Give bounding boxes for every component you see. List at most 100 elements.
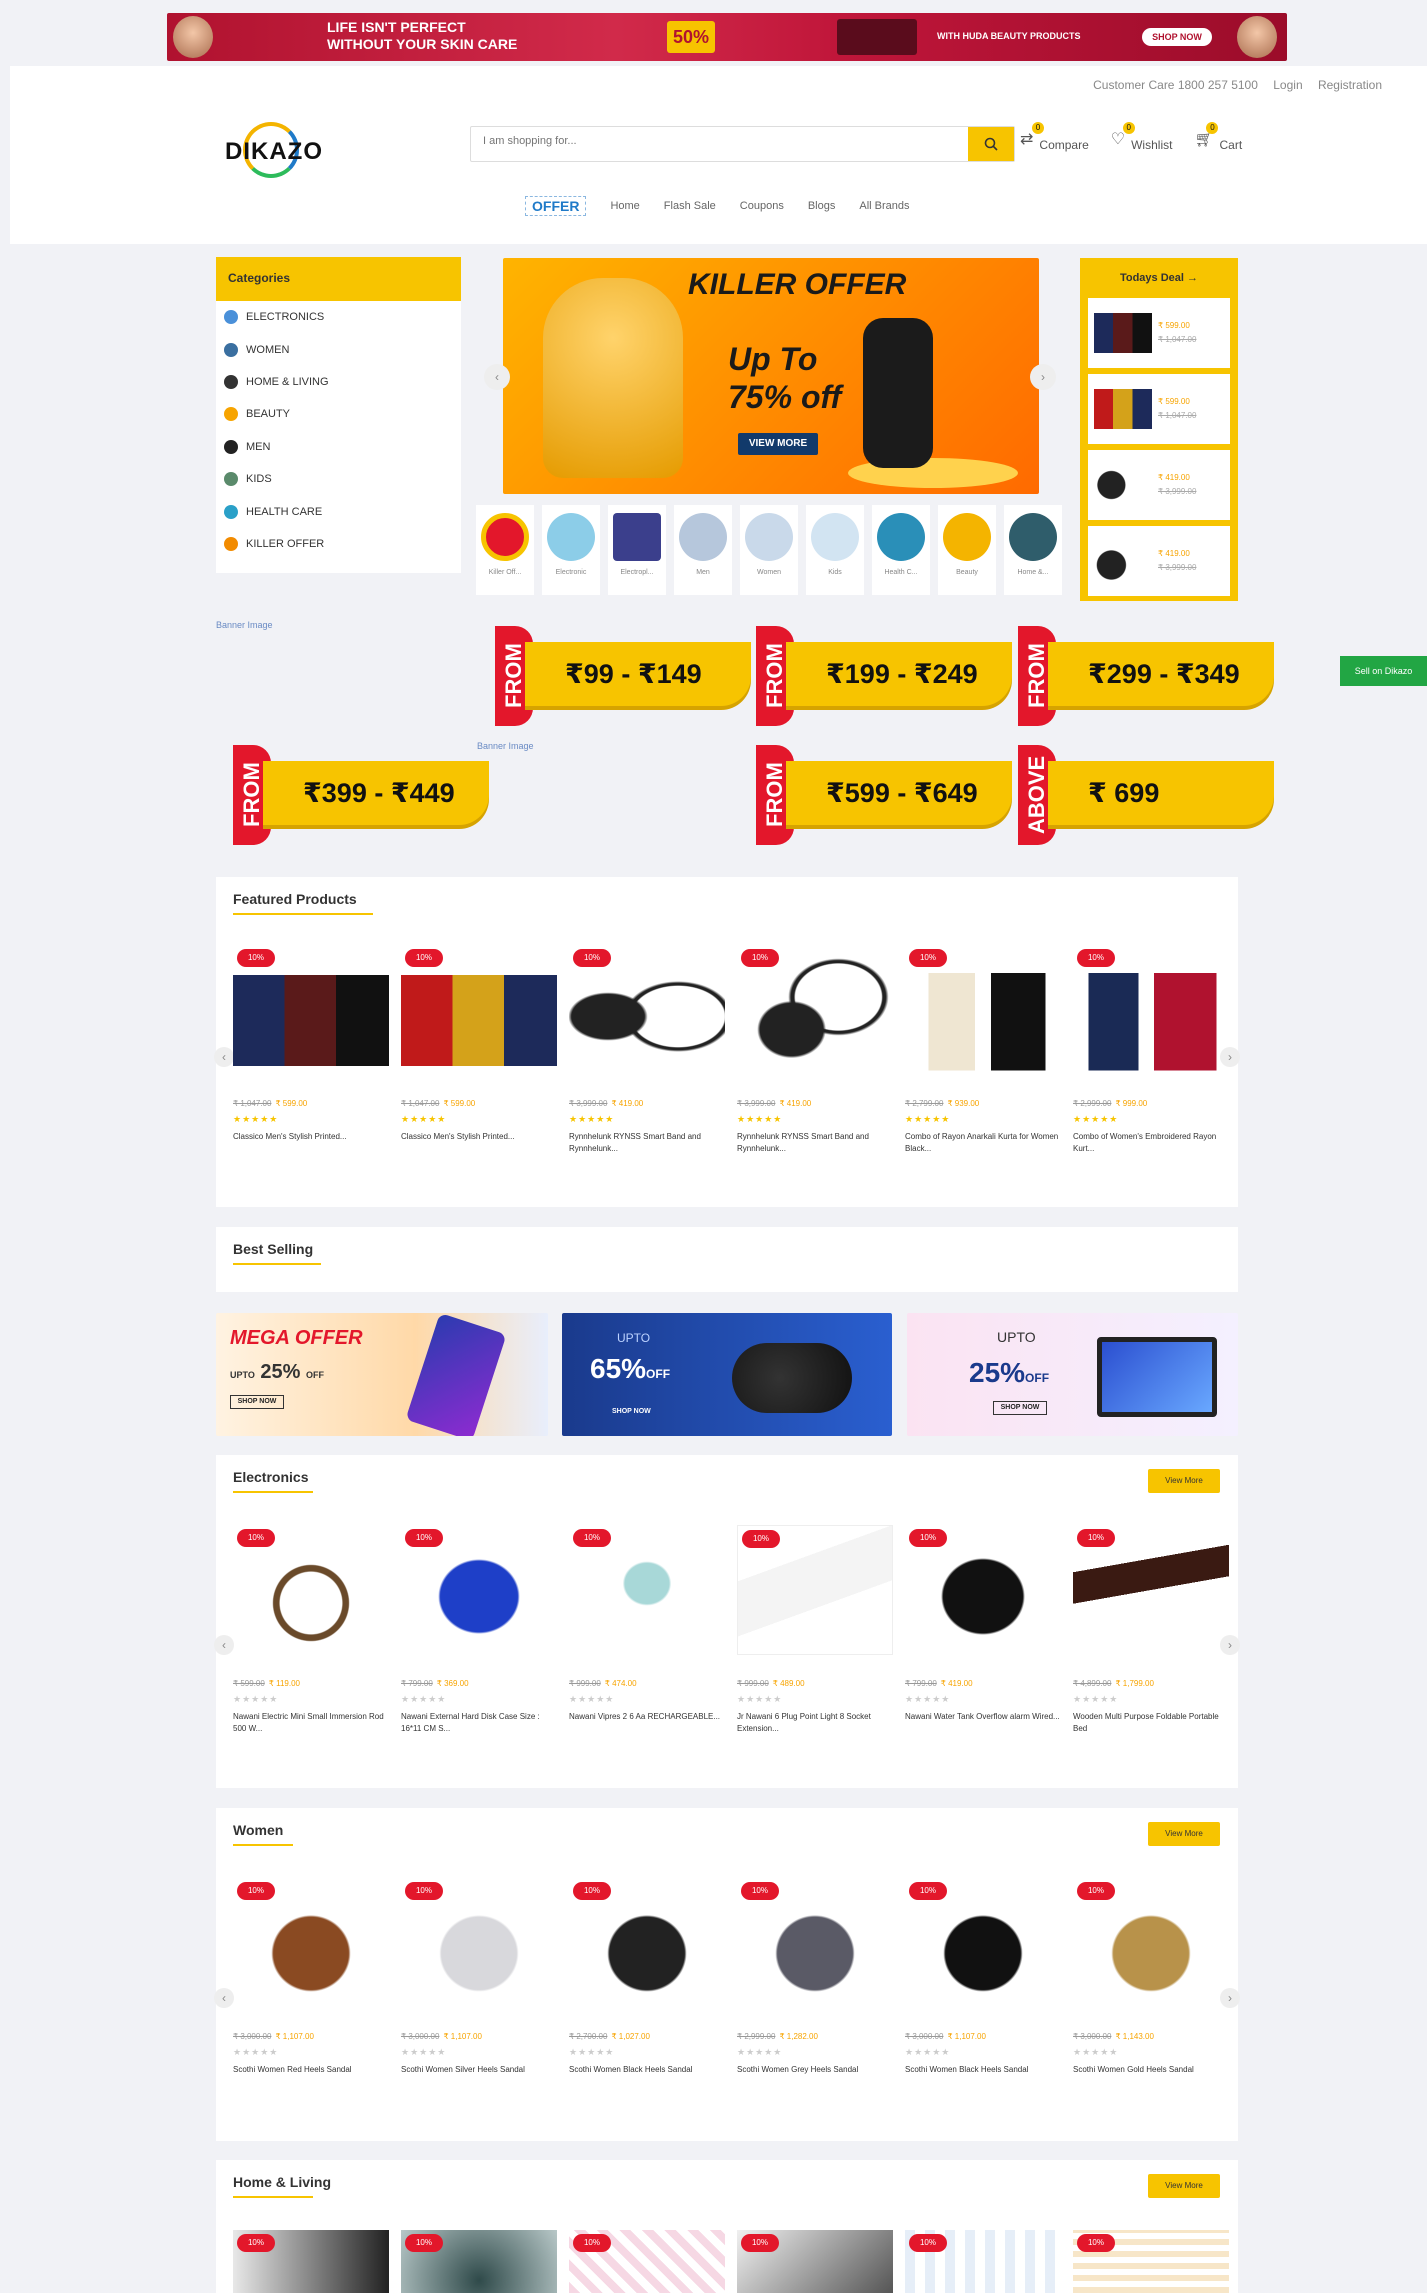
product-card[interactable]: 10% ₹ 1,047.00 ₹ 599.00 ★★★★★ Classico Men's… bbox=[401, 945, 557, 1155]
hero-view-more-button[interactable]: VIEW MORE bbox=[738, 433, 818, 455]
category-circle[interactable]: Men bbox=[674, 505, 732, 595]
product-card[interactable]: 10% bbox=[233, 2230, 389, 2293]
nav-item-home[interactable]: Home bbox=[610, 200, 639, 212]
wishlist-button[interactable]: ♡ 0 Wishlist bbox=[1111, 122, 1172, 152]
category-item-men[interactable]: MEN bbox=[216, 431, 461, 463]
product-name: Jr Nawani 6 Plug Point Light 8 Socket Ex… bbox=[737, 1712, 871, 1733]
banner-shop-button[interactable]: SHOP NOW bbox=[612, 1408, 651, 1415]
category-circle[interactable]: Killer Off... bbox=[476, 505, 534, 595]
search-icon bbox=[984, 137, 998, 151]
category-item-beauty[interactable]: BEAUTY bbox=[216, 398, 461, 430]
banner-shop-button[interactable]: SHOP NOW bbox=[993, 1401, 1047, 1415]
category-circle[interactable]: Health C... bbox=[872, 505, 930, 595]
sell-on-dikazo-button[interactable]: Sell on Dikazo bbox=[1340, 656, 1427, 686]
product-card[interactable]: 10% ₹ 3,999.00 ₹ 419.00 ★★★★★ Rynnhelunk RYN… bbox=[569, 945, 725, 1155]
product-card[interactable]: 10% ₹ 599.00 ₹ 119.00 ★★★★★ Nawani Electric … bbox=[233, 1525, 389, 1735]
search-input[interactable] bbox=[483, 135, 953, 147]
old-price: ₹ 2,799.00 bbox=[905, 1099, 944, 1108]
deal-item[interactable]: ₹ 599.00 ₹ 1,047.00 bbox=[1088, 298, 1230, 368]
category-circle-row: Killer Off... Electronic Electropl... Me… bbox=[476, 505, 1062, 595]
category-item-health-care[interactable]: HEALTH CARE bbox=[216, 495, 461, 527]
old-price: ₹ 1,047.00 bbox=[233, 1099, 272, 1108]
carousel-prev-arrow[interactable]: ‹ bbox=[214, 1635, 234, 1655]
product-card[interactable]: 10% ₹ 2,700.00 ₹ 1,027.00 ★★★★★ Scothi Women… bbox=[569, 1878, 725, 2088]
deal-old-price: ₹ 3,999.00 bbox=[1158, 563, 1197, 572]
laptop-offer-banner[interactable]: UPTO 25%OFF SHOP NOW bbox=[907, 1313, 1238, 1436]
top-promo-banner[interactable]: LIFE ISN'T PERFECT WITHOUT YOUR SKIN CARE… bbox=[167, 13, 1287, 61]
wishlist-count: 0 bbox=[1122, 122, 1135, 134]
search-button[interactable] bbox=[968, 127, 1014, 161]
view-more-button[interactable]: View More bbox=[1148, 2174, 1220, 2198]
rating-stars: ★★★★★ bbox=[905, 1694, 951, 1704]
product-card[interactable]: 10% ₹ 999.00 ₹ 489.00 ★★★★★ Jr Nawani 6 Plug… bbox=[737, 1525, 893, 1735]
product-card[interactable]: 10% bbox=[569, 2230, 725, 2293]
mega-offer-banner[interactable]: MEGA OFFER UPTO 25% OFF SHOP NOW bbox=[216, 1313, 548, 1436]
category-circle[interactable]: Electropl... bbox=[608, 505, 666, 595]
cart-button[interactable]: 🛒︎ 0 Cart bbox=[1194, 122, 1242, 152]
carousel-prev-arrow[interactable]: ‹ bbox=[214, 1988, 234, 2008]
login-link[interactable]: Login bbox=[1273, 78, 1302, 92]
category-item-electronics[interactable]: ELECTRONICS bbox=[216, 301, 461, 333]
deal-item[interactable]: ₹ 419.00 ₹ 3,999.00 bbox=[1088, 450, 1230, 520]
product-card[interactable]: 10% bbox=[401, 2230, 557, 2293]
category-circle[interactable]: Women bbox=[740, 505, 798, 595]
category-item-home-living[interactable]: HOME & LIVING bbox=[216, 366, 461, 398]
banner-shop-button[interactable]: SHOP NOW bbox=[230, 1395, 284, 1409]
deal-item[interactable]: ₹ 419.00 ₹ 3,999.00 bbox=[1088, 526, 1230, 596]
site-header: Customer Care 1800 257 5100 Login Regist… bbox=[10, 66, 1427, 244]
nav-offer[interactable]: OFFER bbox=[525, 196, 587, 216]
product-card[interactable]: 10% ₹ 3,999.00 ₹ 419.00 ★★★★★ Rynnhelunk RYN… bbox=[737, 945, 893, 1155]
deal-item[interactable]: ₹ 599.00 ₹ 1,047.00 bbox=[1088, 374, 1230, 444]
discount-badge: 10% bbox=[909, 2234, 947, 2252]
product-card[interactable]: 10% ₹ 3,000.00 ₹ 1,107.00 ★★★★★ Scothi Women… bbox=[401, 1878, 557, 2088]
category-item-kids[interactable]: KIDS bbox=[216, 463, 461, 495]
product-card[interactable]: 10% bbox=[737, 2230, 893, 2293]
carousel-prev-arrow[interactable]: ‹ bbox=[214, 1047, 234, 1067]
product-card[interactable]: 10% ₹ 799.00 ₹ 369.00 ★★★★★ Nawani External … bbox=[401, 1525, 557, 1735]
discount-badge: 50% bbox=[667, 21, 715, 53]
hero-slider[interactable]: KILLER OFFER Up To 75% off VIEW MORE bbox=[503, 258, 1039, 494]
banner-sub: UPTO bbox=[617, 1331, 651, 1345]
category-circle[interactable]: Beauty bbox=[938, 505, 996, 595]
promo-subtext: WITH HUDA BEAUTY PRODUCTS bbox=[937, 31, 1081, 41]
category-circle[interactable]: Electronic bbox=[542, 505, 600, 595]
hero-next-arrow[interactable]: › bbox=[1030, 364, 1056, 390]
women-icon bbox=[224, 342, 238, 357]
site-logo[interactable]: DIKAZO bbox=[215, 116, 355, 186]
register-link[interactable]: Registration bbox=[1318, 78, 1382, 92]
old-price: ₹ 799.00 bbox=[905, 1679, 937, 1688]
category-circle-label: Electronic bbox=[555, 569, 587, 576]
nav-item-flash-sale[interactable]: Flash Sale bbox=[664, 200, 716, 212]
product-card[interactable]: 10% ₹ 3,000.00 ₹ 1,143.00 ★★★★★ Scothi Women… bbox=[1073, 1878, 1229, 2088]
product-card[interactable]: 10% bbox=[1073, 2230, 1229, 2293]
product-card[interactable]: 10% ₹ 4,899.00 ₹ 1,799.00 ★★★★★ Wooden Multi… bbox=[1073, 1525, 1229, 1735]
product-card[interactable]: 10% ₹ 2,999.00 ₹ 1,282.00 ★★★★★ Scothi Women… bbox=[737, 1878, 893, 2088]
product-name: Classico Men's Stylish Printed... bbox=[401, 1132, 515, 1141]
product-card[interactable]: 10% ₹ 3,000.00 ₹ 1,107.00 ★★★★★ Scothi Women… bbox=[233, 1878, 389, 2088]
category-circle[interactable]: Home &... bbox=[1004, 505, 1062, 595]
speaker-offer-banner[interactable]: UPTO 65%OFF SHOP NOW bbox=[562, 1313, 892, 1436]
product-card[interactable]: 10% ₹ 2,999.00 ₹ 999.00 ★★★★★ Combo of Women… bbox=[1073, 945, 1229, 1155]
product-image: 10% bbox=[233, 945, 389, 1075]
nav-item-blogs[interactable]: Blogs bbox=[808, 200, 836, 212]
category-circle-label: Home &... bbox=[1017, 569, 1049, 576]
nav-item-all-brands[interactable]: All Brands bbox=[859, 200, 909, 212]
nav-item-coupons[interactable]: Coupons bbox=[740, 200, 784, 212]
hero-prev-arrow[interactable]: ‹ bbox=[484, 364, 510, 390]
category-item-killer-offer[interactable]: KILLER OFFER bbox=[216, 528, 461, 560]
product-card[interactable]: 10% ₹ 799.00 ₹ 419.00 ★★★★★ Nawani Water Tan… bbox=[905, 1525, 1061, 1735]
discount-badge: 10% bbox=[909, 1529, 947, 1547]
product-image: 10% bbox=[905, 1525, 1061, 1655]
product-card[interactable]: 10% ₹ 2,799.00 ₹ 939.00 ★★★★★ Combo of Rayon… bbox=[905, 945, 1061, 1155]
product-card[interactable]: 10% ₹ 999.00 ₹ 474.00 ★★★★★ Nawani Vipres 2 … bbox=[569, 1525, 725, 1735]
product-card[interactable]: 10% ₹ 3,000.00 ₹ 1,107.00 ★★★★★ Scothi Women… bbox=[905, 1878, 1061, 2088]
view-more-button[interactable]: View More bbox=[1148, 1469, 1220, 1493]
category-circle[interactable]: Kids bbox=[806, 505, 864, 595]
category-item-women[interactable]: WOMEN bbox=[216, 333, 461, 365]
product-card[interactable]: 10% bbox=[905, 2230, 1061, 2293]
product-image: 10% bbox=[1073, 2230, 1229, 2293]
compare-button[interactable]: ⇄ 0 Compare bbox=[1020, 122, 1089, 152]
product-card[interactable]: 10% ₹ 1,047.00 ₹ 599.00 ★★★★★ Classico Men's… bbox=[233, 945, 389, 1155]
shop-now-button[interactable]: SHOP NOW bbox=[1142, 28, 1212, 46]
view-more-button[interactable]: View More bbox=[1148, 1822, 1220, 1846]
